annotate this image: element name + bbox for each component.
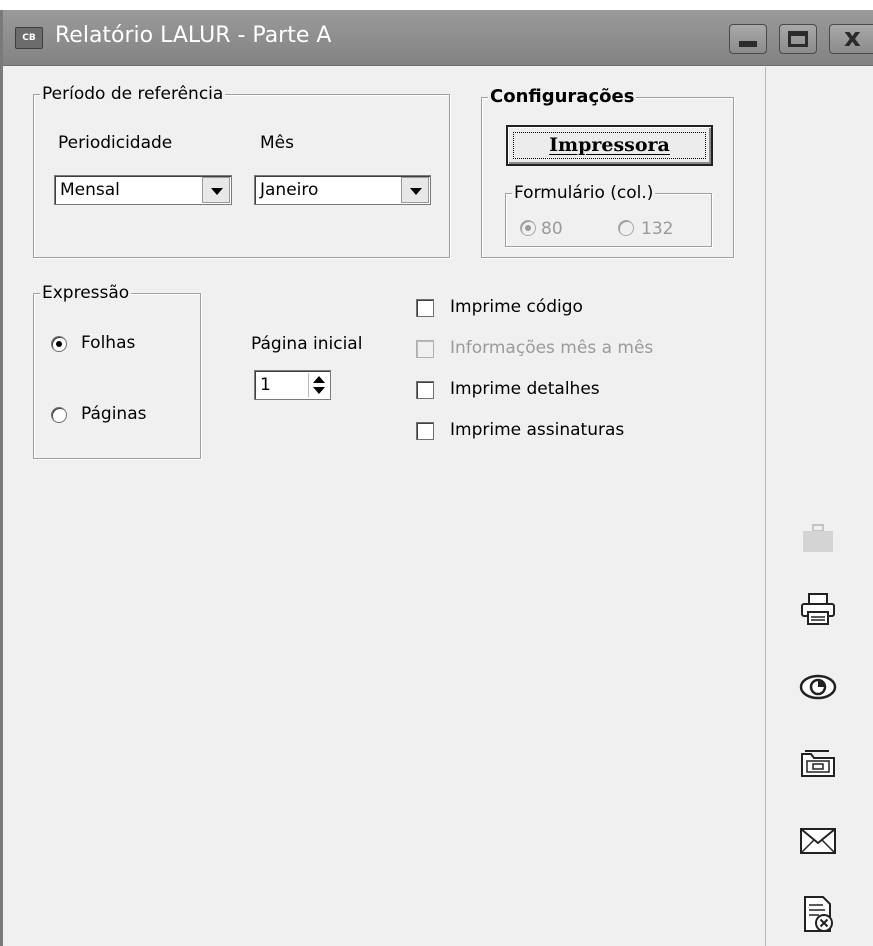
cancel-document-button[interactable] [796,893,840,937]
radio-132[interactable] [618,220,634,236]
mes-value: Janeiro [260,180,319,200]
imprime-codigo-label: Imprime código [450,297,583,317]
close-icon: x [844,23,861,53]
email-button[interactable] [796,819,840,863]
close-button[interactable]: x [829,23,873,54]
periodicidade-value: Mensal [60,180,120,200]
informacoes-mes-label: Informações mês a mês [450,338,654,358]
maximize-button[interactable] [779,24,817,54]
arrow-down-icon[interactable] [313,387,325,394]
briefcase-icon [803,524,833,552]
periodicidade-select[interactable]: Mensal [54,175,232,205]
imprime-detalhes-checkbox[interactable] [416,381,434,399]
eye-icon [799,674,837,700]
folder-export-icon [801,750,835,777]
app-icon: CB [15,27,43,49]
imprime-codigo-checkbox[interactable] [416,299,434,317]
radio-80[interactable] [520,220,536,236]
briefcase-button[interactable] [796,517,840,561]
pagina-inicial-stepper[interactable]: 1 [254,370,331,400]
pagina-inicial-label: Página inicial [251,334,363,354]
print-button[interactable] [796,587,840,631]
chevron-down-icon[interactable] [401,177,429,203]
expressao-legend: Expressão [40,283,132,303]
maximize-icon [788,31,808,47]
formulario-group: Formulário (col.) [505,183,712,247]
window-title: Relatório LALUR - Parte A [55,23,332,48]
radio-paginas[interactable] [51,407,67,423]
mes-label: Mês [260,133,294,153]
periodo-legend: Período de referência [40,84,226,104]
radio-folhas[interactable] [51,336,67,352]
mes-select[interactable]: Janeiro [254,175,431,205]
informacoes-mes-checkbox[interactable] [416,340,434,358]
arrow-up-icon[interactable] [313,376,325,383]
radio-paginas-label: Páginas [81,404,147,424]
minimize-icon [739,41,757,47]
minimize-button[interactable] [729,24,767,54]
configuracoes-legend: Configurações [488,86,637,107]
imprime-assinaturas-label: Imprime assinaturas [450,420,625,440]
expressao-group: Expressão [33,283,201,459]
action-panel [765,67,873,946]
focus-rect [513,132,706,159]
radio-folhas-label: Folhas [81,333,136,353]
chevron-down-icon[interactable] [202,177,230,203]
radio-80-label: 80 [541,219,563,239]
envelope-icon [800,828,836,854]
export-button[interactable] [796,741,840,785]
printer-icon [801,593,835,625]
report-window: CB Relatório LALUR - Parte A x Período d… [0,10,873,946]
impressora-button[interactable]: Impressora [506,125,713,166]
form-area: Período de referência Periodicidade Mês … [3,67,765,946]
document-cancel-icon [804,896,833,932]
radio-132-label: 132 [641,219,674,239]
imprime-assinaturas-checkbox[interactable] [416,422,434,440]
periodicidade-label: Periodicidade [58,133,173,153]
formulario-legend: Formulário (col.) [512,183,656,203]
imprime-detalhes-label: Imprime detalhes [450,379,600,399]
stepper-buttons[interactable] [308,373,328,397]
preview-button[interactable] [796,665,840,709]
pagina-inicial-value: 1 [260,375,271,395]
title-bar[interactable]: CB Relatório LALUR - Parte A x [3,10,873,66]
